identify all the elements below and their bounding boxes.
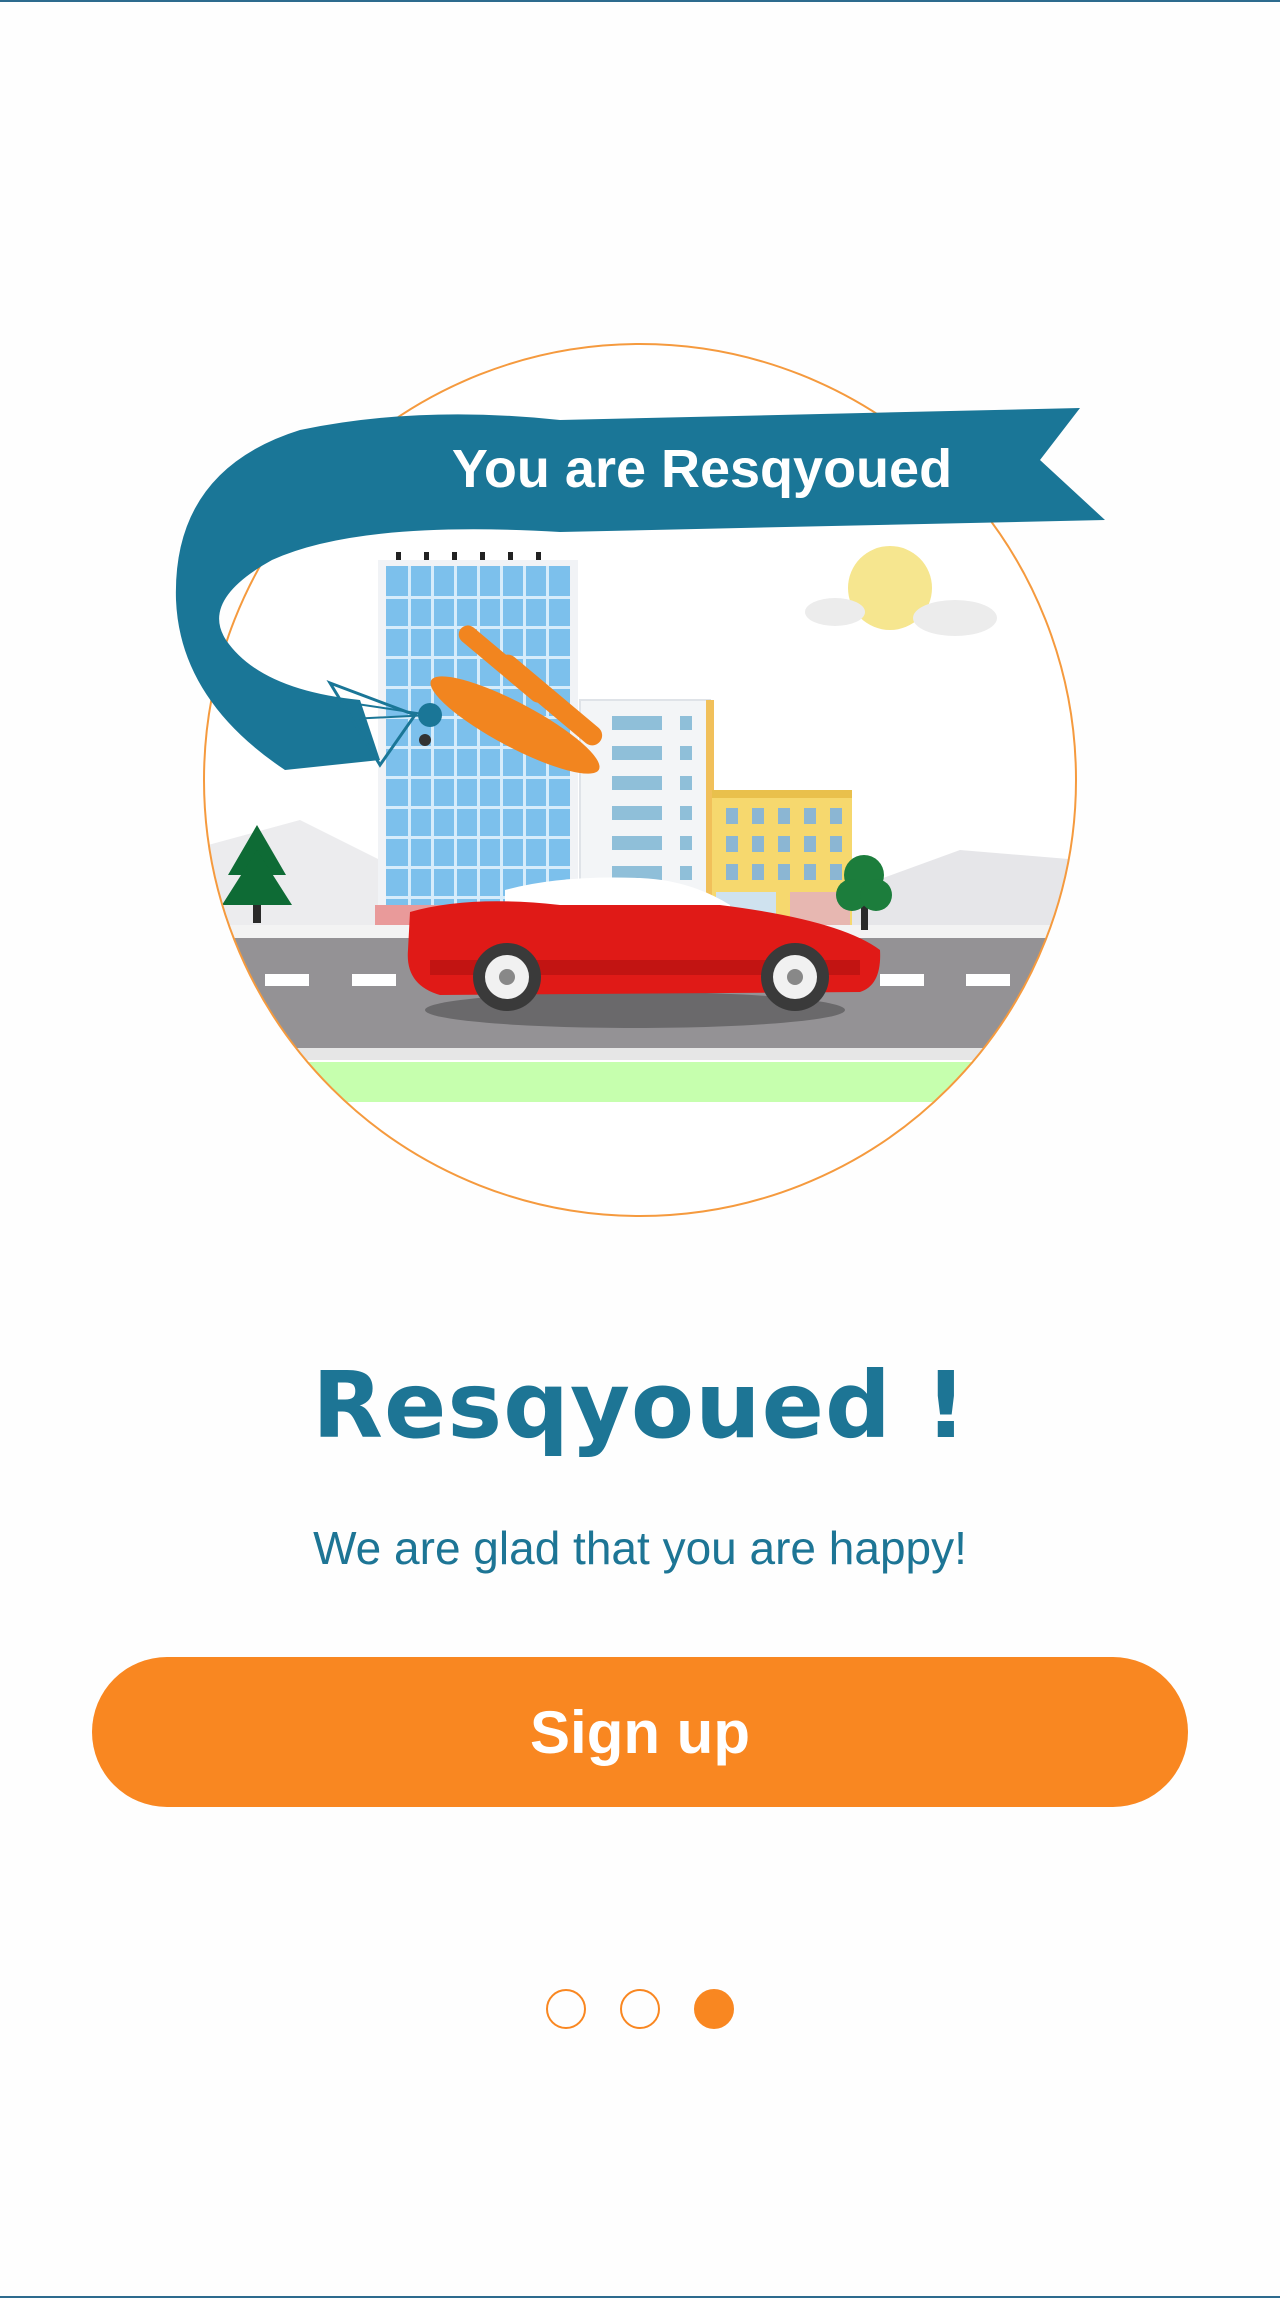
page-title: Resqyoued !	[312, 1351, 968, 1459]
page-indicator	[0, 1989, 1280, 2033]
yellow-building	[712, 790, 852, 925]
page-dot-1[interactable]	[546, 1989, 586, 2029]
page-dot-3-active[interactable]	[694, 1989, 734, 2029]
hero-illustration: You are Resqyoued	[0, 0, 1280, 1240]
sign-up-button[interactable]: Sign up	[92, 1657, 1188, 1807]
page-dot-2[interactable]	[620, 1989, 660, 2029]
banner-text: You are Resqyoued	[452, 439, 952, 499]
subtitle: We are glad that you are happy!	[313, 1522, 967, 1574]
